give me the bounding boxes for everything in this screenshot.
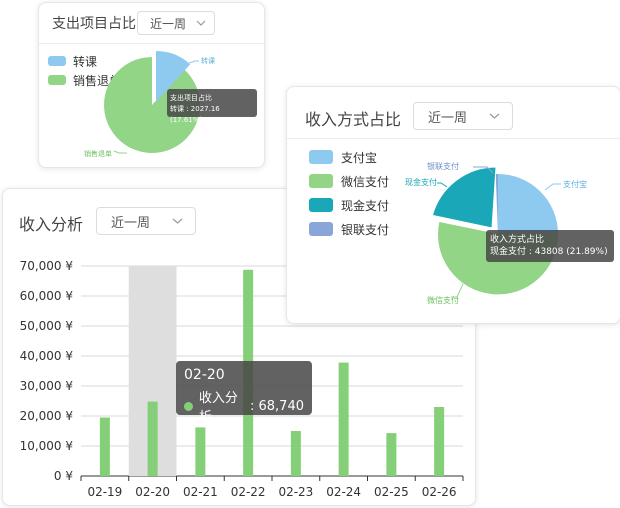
bar-02-20[interactable]	[147, 401, 158, 476]
slice-label-unionpay: 银联支付	[427, 161, 459, 171]
slice-label-alipay: 支付宝	[563, 179, 587, 189]
tooltip-title: 收入方式占比	[490, 235, 545, 245]
bar-02-23[interactable]	[290, 431, 301, 476]
tooltip-date: 02-20	[184, 367, 225, 383]
tooltip-title: 支出项目占比	[170, 94, 212, 102]
y-tick-label: 50,000 ¥	[20, 319, 74, 333]
y-tick-label: 60,000 ¥	[20, 289, 74, 303]
bar-02-25[interactable]	[386, 433, 397, 476]
y-tick-label: 10,000 ¥	[20, 439, 74, 453]
pie-slice-alipay[interactable]	[498, 174, 558, 234]
x-tick-label: 02-24	[326, 485, 361, 499]
x-tick-label: 02-23	[278, 485, 313, 499]
slice-label-transfer: 转课	[201, 56, 215, 65]
series-dot-icon	[184, 401, 193, 411]
payment-method-card: 收入方式占比 近一周 支付宝 微信支付 现金支付 银联支付 银联支付 现金支付 …	[286, 86, 620, 324]
y-tick-label: 70,000 ¥	[20, 259, 74, 273]
payment-pie-chart[interactable]: 银联支付 现金支付 支付宝 微信支付	[287, 87, 620, 323]
pie-slice-cash[interactable]	[431, 166, 497, 229]
x-tick-label: 02-26	[422, 485, 457, 499]
y-axis-ticks: 0 ¥ 10,000 ¥ 20,000 ¥ 30,000 ¥ 40,000 ¥ 50,00…	[20, 259, 74, 483]
income-tooltip: 02-20 收入分析 : 68,740	[176, 361, 312, 425]
tooltip-value: 68,740	[258, 398, 305, 414]
slice-label-wechat: 微信支付	[427, 295, 459, 305]
slice-label-sales-refund: 销售退单	[84, 149, 112, 158]
tooltip-series: 收入分析	[198, 391, 238, 425]
tooltip-value: 现金支付 : 43808 (21.89%)	[490, 247, 608, 257]
y-tick-label: 30,000 ¥	[20, 379, 74, 393]
tooltip-sep: :	[249, 398, 259, 414]
x-tick-label: 02-25	[374, 485, 409, 499]
x-tick-label: 02-22	[231, 485, 266, 499]
label-line	[544, 183, 561, 191]
payment-tooltip: 收入方式占比 现金支付 : 43808 (21.89%)	[486, 230, 614, 262]
x-axis-ticks: 02-19 02-20 02-21 02-22 02-23 02-24 02-25 02-26	[80, 476, 464, 499]
expense-tooltip: 支出项目占比 转课 : 2027.16 (17.61%)	[167, 89, 257, 124]
x-tick-label: 02-21	[183, 485, 218, 499]
label-line	[437, 182, 448, 188]
tooltip-value: 转课 : 2027.16 (17.61%)	[170, 105, 220, 124]
expense-ratio-card: 支出项目占比 近一周 转课 销售退单 转课 销售退单 支出项目占比 转课 : 2…	[38, 2, 265, 168]
bar-02-19[interactable]	[99, 417, 110, 477]
x-tick-label: 02-20	[135, 485, 170, 499]
bar-02-24[interactable]	[338, 362, 349, 476]
expense-pie-chart[interactable]: 转课 销售退单	[39, 3, 264, 167]
y-tick-label: 0 ¥	[54, 469, 73, 483]
x-tick-label: 02-19	[87, 485, 122, 499]
bar-02-21[interactable]	[195, 427, 206, 476]
label-line	[113, 150, 127, 154]
bar-02-26[interactable]	[434, 407, 445, 476]
y-tick-label: 20,000 ¥	[20, 409, 74, 423]
slice-label-cash: 现金支付	[405, 177, 437, 187]
y-tick-label: 40,000 ¥	[20, 349, 74, 363]
label-line	[188, 60, 199, 64]
pie-slice-unionpay[interactable]	[495, 173, 498, 234]
